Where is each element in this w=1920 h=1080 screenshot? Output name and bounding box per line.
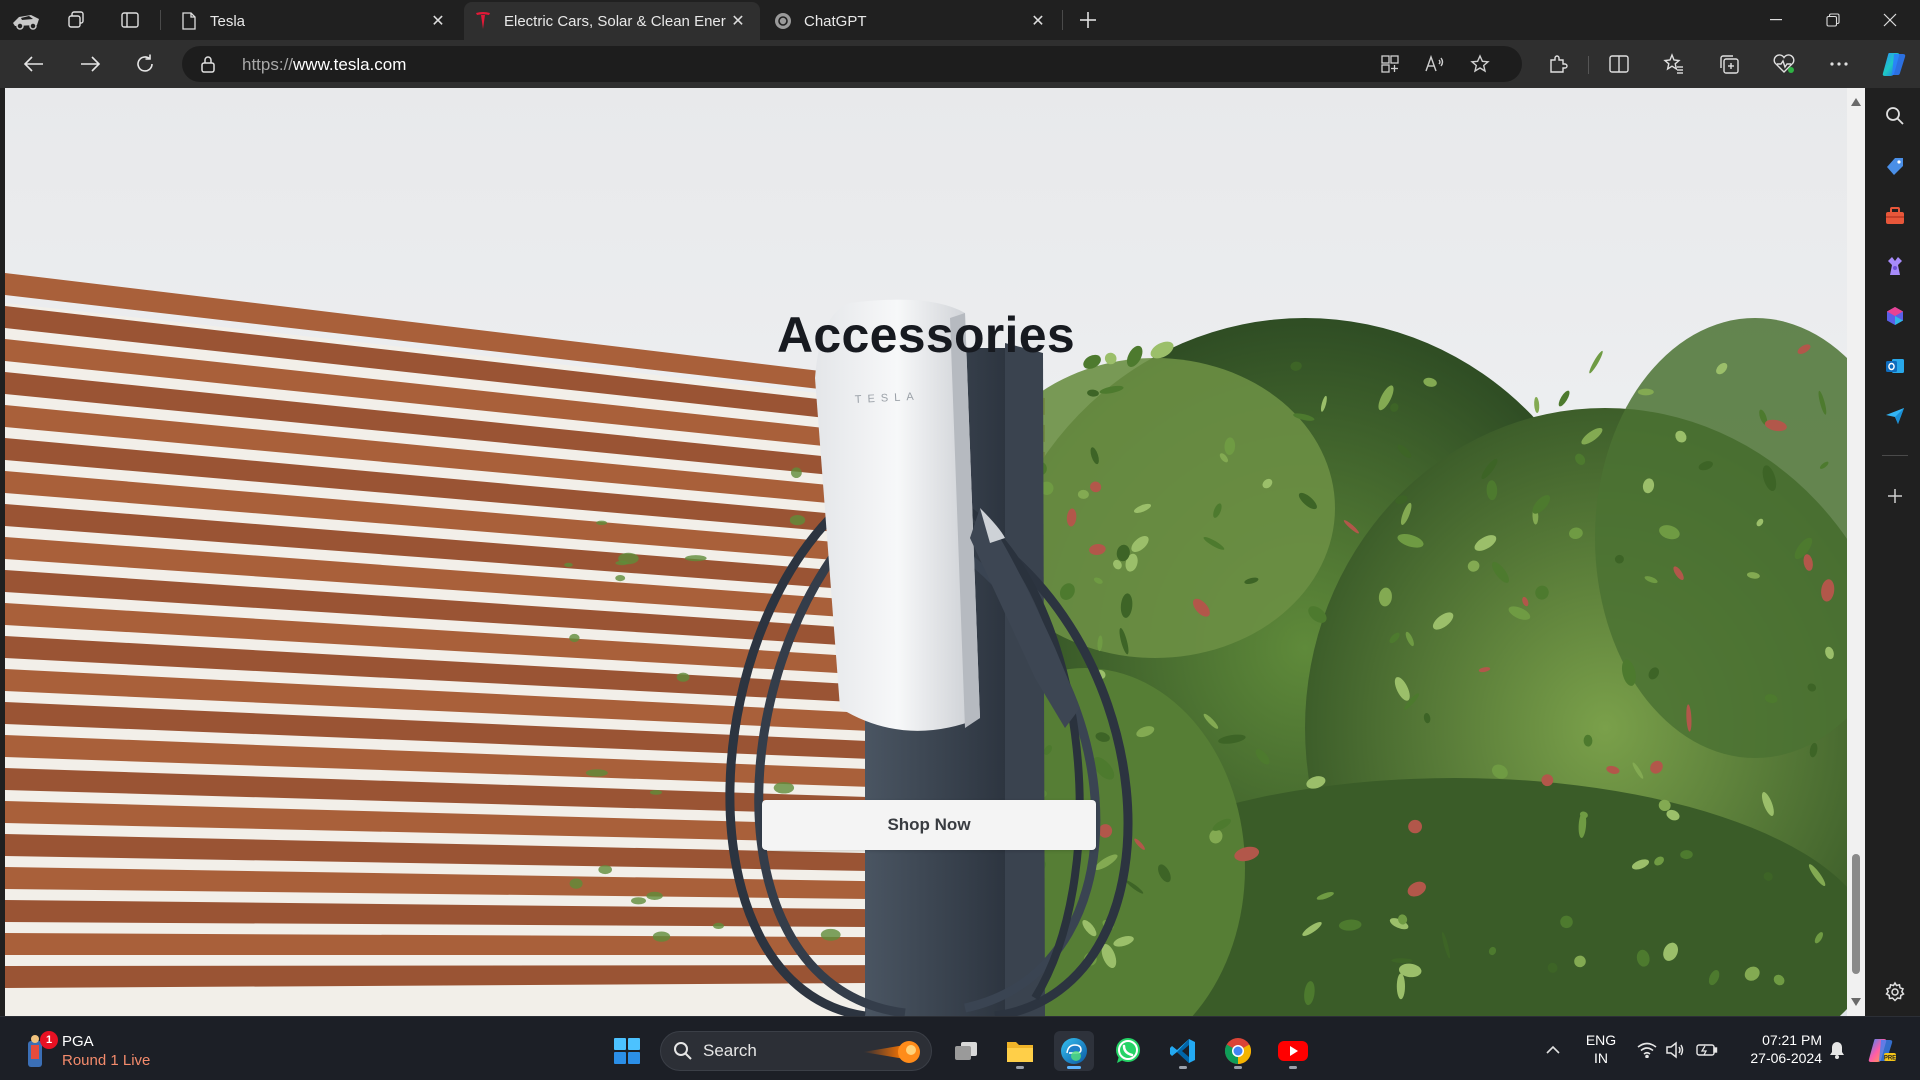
windows-taskbar: 1 PGA Round 1 Live Search ENG IN 07:21 P… [0, 1016, 1920, 1080]
scroll-up-arrow-icon[interactable] [1850, 96, 1862, 108]
extensions-button[interactable] [1540, 48, 1576, 80]
collections-button[interactable] [1711, 48, 1747, 80]
volume-icon[interactable] [1664, 1039, 1686, 1061]
browser-toolbar: https://www.tesla.com [0, 40, 1920, 88]
vscode-icon[interactable] [1163, 1031, 1203, 1071]
shopping-tag-icon[interactable] [1879, 150, 1911, 182]
battery-icon[interactable] [1696, 1039, 1718, 1061]
widget-subtitle: Round 1 Live [62, 1052, 151, 1069]
tab-tesla[interactable]: Tesla ✕ [170, 2, 460, 40]
refresh-button[interactable] [127, 48, 163, 80]
news-widget[interactable]: 1 PGA Round 1 Live [22, 1029, 150, 1073]
close-window-button[interactable] [1862, 0, 1918, 40]
scroll-down-arrow-icon[interactable] [1850, 996, 1862, 1008]
tab-title: Tesla [210, 12, 246, 30]
tesla-logo-icon [474, 12, 492, 30]
profile-icon[interactable] [10, 6, 42, 34]
new-tab-button[interactable] [1072, 6, 1104, 34]
read-aloud-icon[interactable] [1419, 52, 1451, 76]
edge-sidebar [1870, 88, 1920, 1016]
notification-badge: 1 [40, 1031, 58, 1049]
tab-chatgpt[interactable]: ChatGPT ✕ [764, 2, 1060, 40]
settings-more-button[interactable] [1821, 48, 1857, 80]
send-icon[interactable] [1879, 400, 1911, 432]
shop-now-button[interactable]: Shop Now [762, 800, 1096, 850]
page-viewport: TESLA Accessories Shop Now [5, 88, 1847, 1016]
scrollbar-thumb[interactable] [1852, 854, 1860, 974]
whatsapp-icon[interactable] [1108, 1031, 1148, 1071]
golf-widget-icon: 1 [22, 1031, 58, 1069]
widget-title: PGA [62, 1033, 94, 1050]
file-explorer-icon[interactable] [1000, 1031, 1040, 1071]
search-label: Search [703, 1041, 757, 1060]
lock-icon[interactable] [198, 54, 218, 74]
tab-strip: Tesla ✕ Electric Cars, Solar & Clean Ene… [0, 0, 1920, 40]
sidebar-settings-icon[interactable] [1879, 976, 1911, 1008]
chrome-icon[interactable] [1218, 1031, 1258, 1071]
workspaces-icon[interactable] [60, 6, 92, 34]
taskbar-search[interactable]: Search [660, 1031, 932, 1071]
copilot-taskbar-icon[interactable]: PRE [1866, 1035, 1896, 1065]
url-text[interactable]: https://www.tesla.com [242, 55, 406, 75]
youtube-icon[interactable] [1273, 1031, 1313, 1071]
page-icon [180, 12, 198, 30]
restore-button[interactable] [1805, 0, 1861, 40]
search-icon [674, 1042, 692, 1060]
chatgpt-icon [774, 12, 792, 30]
tab-tesla-home[interactable]: Electric Cars, Solar & Clean Energ ✕ [464, 2, 760, 40]
search-highlight-comet-icon [863, 1041, 920, 1063]
close-icon[interactable]: ✕ [1026, 9, 1050, 33]
back-button[interactable] [16, 48, 52, 80]
tools-briefcase-icon[interactable] [1879, 200, 1911, 232]
browser-essentials-button[interactable] [1766, 48, 1802, 80]
address-bar[interactable]: https://www.tesla.com [182, 46, 1522, 82]
search-icon[interactable] [1879, 100, 1911, 132]
microsoft365-icon[interactable] [1879, 300, 1911, 332]
wifi-icon[interactable] [1636, 1039, 1658, 1061]
close-icon[interactable]: ✕ [726, 9, 750, 33]
app-available-icon[interactable] [1374, 52, 1406, 76]
clock[interactable]: 07:21 PM 27-06-2024 [1734, 1031, 1822, 1067]
task-view-icon[interactable] [946, 1031, 986, 1071]
tab-title: ChatGPT [804, 12, 867, 30]
favorites-button[interactable] [1656, 48, 1692, 80]
split-screen-button[interactable] [1601, 48, 1637, 80]
minimize-button[interactable] [1748, 0, 1804, 40]
games-icon[interactable] [1879, 250, 1911, 282]
tab-actions-icon[interactable] [114, 6, 146, 34]
svg-text:PRE: PRE [1884, 1056, 1896, 1062]
close-icon[interactable]: ✕ [426, 9, 450, 33]
page-scrollbar[interactable] [1847, 88, 1865, 1016]
tab-title: Electric Cars, Solar & Clean Energ [504, 12, 726, 30]
hero-background-image: TESLA [5, 88, 1847, 1016]
favorite-star-icon[interactable] [1464, 52, 1496, 76]
language-indicator[interactable]: ENG IN [1582, 1031, 1620, 1067]
show-hidden-icons-chevron[interactable] [1542, 1039, 1564, 1061]
copilot-button[interactable] [1876, 48, 1912, 80]
outlook-icon[interactable] [1879, 350, 1911, 382]
page-title: Accessories [777, 307, 1075, 363]
start-button[interactable] [607, 1031, 647, 1071]
forward-button[interactable] [72, 48, 108, 80]
add-icon[interactable] [1879, 480, 1911, 512]
notification-bell-icon[interactable] [1826, 1039, 1848, 1061]
edge-browser-icon[interactable] [1054, 1031, 1094, 1071]
